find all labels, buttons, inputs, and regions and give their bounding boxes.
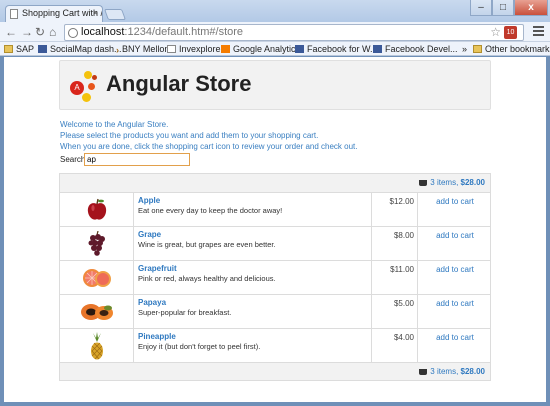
facebook-icon — [373, 45, 382, 53]
apple-icon — [87, 198, 106, 220]
shopping-cart-icon[interactable] — [419, 369, 428, 375]
close-tab-icon[interactable]: × — [93, 8, 98, 18]
cart-count: 3 items, — [430, 178, 459, 187]
intro-line: Please select the products you want and … — [60, 131, 319, 140]
product-description: Wine is great, but grapes are even bette… — [138, 240, 276, 249]
url-path: :1234/default.htm#/store — [124, 26, 244, 38]
page-viewport: A Angular Store Welcome to the Angular S… — [4, 57, 546, 402]
cart-summary-top[interactable]: 3 items, $28.00 — [60, 174, 490, 192]
store-title: Angular Store — [106, 71, 252, 96]
cart-total: $28.00 — [460, 178, 485, 187]
folder-icon — [473, 45, 482, 53]
bookmark-bny-mellon[interactable]: › BNY Mellon — [116, 43, 169, 55]
cart-total: $28.00 — [460, 367, 485, 376]
minimize-button[interactable]: – — [470, 0, 492, 16]
window-title-bar: Shopping Cart with / × – □ x — [0, 0, 550, 22]
table-row: Pineapple Enjoy it (but don't forget to … — [60, 328, 490, 362]
reload-icon[interactable]: ↻ — [35, 25, 45, 39]
intro-line: When you are done, click the shopping ca… — [60, 142, 358, 151]
product-price: $4.00 — [372, 329, 418, 362]
shopping-cart-icon[interactable] — [419, 180, 428, 186]
table-row: Papaya Super-popular for breakfast. $5.0… — [60, 294, 490, 328]
table-row: Grapefruit Pink or red, always healthy a… — [60, 260, 490, 294]
address-bar[interactable]: localhost:1234/default.htm#/store ☆ 10 — [64, 24, 524, 41]
product-table: 3 items, $28.00 Apple Eat one every day … — [59, 173, 491, 381]
add-to-cart-link[interactable]: add to cart — [418, 295, 492, 328]
browser-toolbar: ← → ↻ ⌂ localhost:1234/default.htm#/stor… — [0, 22, 550, 42]
bookmark-facebook-devel[interactable]: Facebook Devel... — [373, 43, 458, 55]
grape-icon — [88, 230, 105, 256]
papaya-icon — [80, 303, 113, 320]
search-input[interactable] — [84, 153, 190, 166]
table-row: Apple Eat one every day to keep the doct… — [60, 192, 490, 226]
product-description: Eat one every day to keep the doctor awa… — [138, 206, 283, 215]
bookmark-socialmap[interactable]: SocialMap dash... — [38, 43, 122, 55]
forward-icon[interactable]: → — [21, 25, 33, 39]
intro-text: Welcome to the Angular Store. Please sel… — [60, 119, 358, 152]
store-header: A Angular Store — [59, 60, 491, 110]
tab-title: Shopping Cart with / — [22, 8, 103, 18]
home-icon[interactable]: ⌂ — [49, 25, 56, 39]
product-description: Enjoy it (but don't forget to peel first… — [138, 342, 261, 351]
bookmark-invexplorer[interactable]: Invexplorer — [167, 43, 224, 55]
product-name[interactable]: Apple — [138, 196, 371, 206]
bookmarks-more[interactable]: » — [462, 43, 467, 55]
product-price: $11.00 — [372, 261, 418, 294]
globe-icon — [68, 28, 78, 38]
analytics-icon — [221, 45, 230, 53]
facebook-icon — [295, 45, 304, 53]
bookmark-star-icon[interactable]: ☆ — [490, 25, 501, 39]
product-name[interactable]: Grape — [138, 230, 371, 240]
browser-tab[interactable]: Shopping Cart with / × — [5, 5, 103, 22]
product-price: $12.00 — [372, 193, 418, 226]
grapefruit-icon — [82, 268, 111, 287]
search-row: Search: — [60, 153, 190, 166]
bookmark-google-analytics[interactable]: Google Analytics — [221, 43, 300, 55]
add-to-cart-link[interactable]: add to cart — [418, 227, 492, 260]
facebook-icon — [38, 45, 47, 53]
extension-icon[interactable]: 10 — [504, 26, 517, 39]
window-controls: – □ x — [470, 0, 548, 16]
folder-icon — [4, 45, 13, 53]
cart-count: 3 items, — [430, 367, 459, 376]
add-to-cart-link[interactable]: add to cart — [418, 261, 492, 294]
page-icon — [167, 45, 176, 53]
add-to-cart-link[interactable]: add to cart — [418, 329, 492, 362]
table-row: Grape Wine is great, but grapes are even… — [60, 226, 490, 260]
product-description: Pink or red, always healthy and deliciou… — [138, 274, 276, 283]
url-host: localhost — [81, 26, 125, 38]
bookmarks-bar: SAP SocialMap dash... › BNY Mellon Invexp… — [0, 42, 550, 56]
new-tab-button[interactable] — [103, 9, 127, 20]
product-name[interactable]: Papaya — [138, 298, 371, 308]
back-icon[interactable]: ← — [5, 25, 17, 39]
page-icon — [10, 9, 18, 19]
product-price: $5.00 — [372, 295, 418, 328]
maximize-button[interactable]: □ — [492, 0, 514, 16]
bny-icon: › — [116, 45, 119, 55]
bookmark-facebook-w[interactable]: Facebook for W... — [295, 43, 378, 55]
product-price: $8.00 — [372, 227, 418, 260]
product-name[interactable]: Grapefruit — [138, 264, 371, 274]
angular-logo-icon: A — [70, 69, 102, 103]
browser-menu-icon[interactable] — [533, 26, 544, 37]
intro-line: Welcome to the Angular Store. — [60, 120, 169, 129]
close-window-button[interactable]: x — [514, 0, 548, 16]
bookmark-sap[interactable]: SAP — [4, 43, 34, 55]
pineapple-icon — [90, 331, 103, 359]
product-description: Super-popular for breakfast. — [138, 308, 232, 317]
product-name[interactable]: Pineapple — [138, 332, 371, 342]
bookmark-other[interactable]: Other bookmarks — [473, 43, 550, 55]
add-to-cart-link[interactable]: add to cart — [418, 193, 492, 226]
cart-summary-bottom[interactable]: 3 items, $28.00 — [60, 362, 490, 380]
